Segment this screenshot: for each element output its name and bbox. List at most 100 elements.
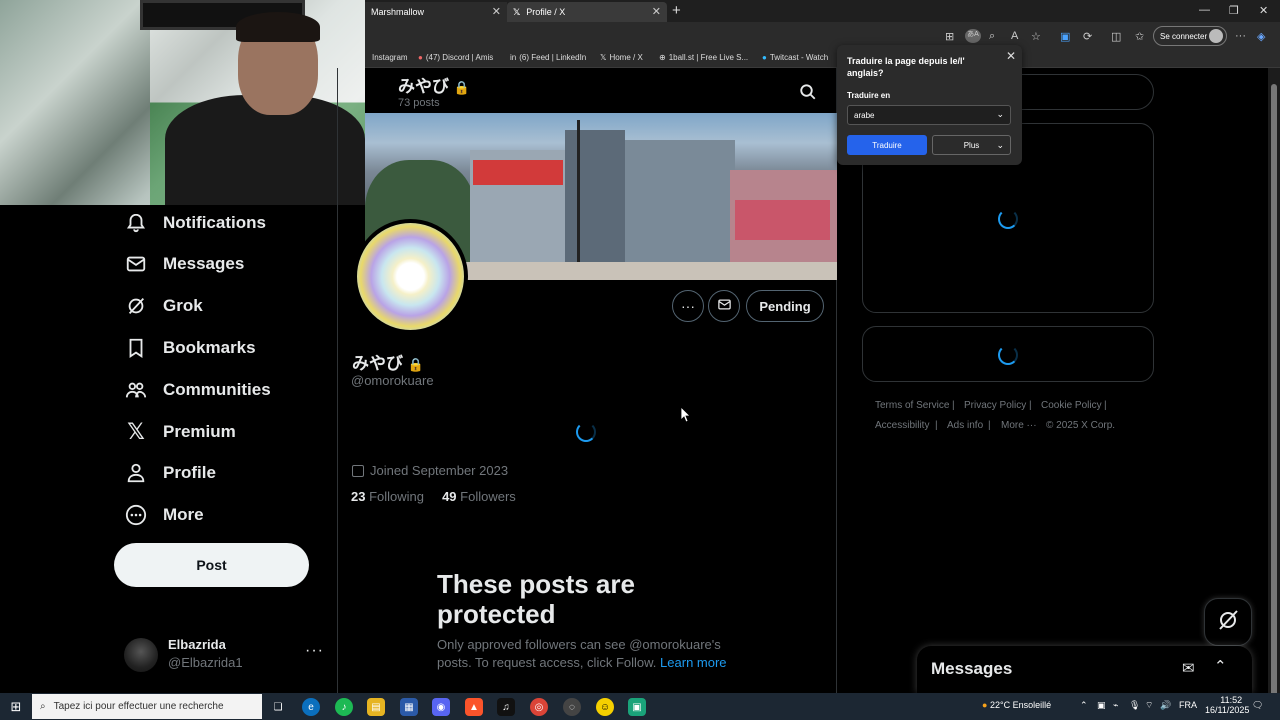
footer-accessibility-link[interactable]: Accessibility	[875, 420, 929, 431]
scrollbar-thumb[interactable]	[1271, 84, 1277, 696]
footer-terms-link[interactable]: Terms of Service	[875, 400, 949, 411]
profile-avatar[interactable]	[353, 219, 468, 334]
obs-icon[interactable]: ◌	[563, 698, 581, 716]
volume-icon[interactable]: 🔊	[1160, 700, 1171, 711]
discord-icon[interactable]: ◉	[432, 698, 450, 716]
nav-premium[interactable]: 𝕏 Premium	[124, 416, 236, 448]
close-tab-icon[interactable]: ✕	[492, 5, 501, 18]
new-tab-icon[interactable]: +	[672, 2, 681, 19]
taskbar-search-input[interactable]: ⌕ Tapez ici pour effectuer une recherche	[32, 694, 262, 719]
nav-messages[interactable]: Messages	[124, 248, 244, 280]
extension-icon[interactable]: ▣	[1060, 30, 1070, 43]
split-screen-icon[interactable]: ◫	[1111, 30, 1121, 43]
microphone-icon[interactable]: 🎙	[1129, 700, 1140, 711]
snapchat-icon[interactable]: ☺	[596, 698, 614, 716]
restore-icon[interactable]: ❐	[1229, 4, 1239, 17]
learn-more-link[interactable]: Learn more	[660, 655, 726, 670]
read-aloud-icon[interactable]: A	[1011, 30, 1018, 42]
linkedin-icon: in	[510, 53, 517, 62]
more-options-dropdown[interactable]: Plus ⌄	[932, 135, 1011, 155]
nav-more[interactable]: More	[124, 499, 204, 531]
message-button[interactable]	[708, 290, 740, 322]
nav-label: Communities	[163, 380, 271, 399]
translate-icon[interactable]: あA	[965, 29, 981, 43]
profile-handle: @omorokuare	[351, 373, 434, 388]
footer-ads-link[interactable]: Ads info	[947, 420, 983, 431]
file-explorer-icon[interactable]: ▤	[367, 698, 385, 716]
close-window-icon[interactable]: ✕	[1259, 4, 1268, 17]
new-message-icon[interactable]: ✉	[1182, 659, 1195, 677]
followers-link[interactable]: 49 Followers	[442, 489, 516, 504]
notifications-icon[interactable]: 🗨	[1252, 700, 1263, 711]
edge-icon[interactable]: e	[302, 698, 320, 716]
favorites-icon[interactable]: ✩	[1135, 30, 1144, 43]
copilot-icon[interactable]: ◈	[1257, 30, 1265, 43]
nav-bookmarks[interactable]: Bookmarks	[124, 332, 256, 364]
store-icon[interactable]: ▦	[400, 698, 418, 716]
loading-spinner	[998, 209, 1018, 229]
app-icon[interactable]: ▣	[628, 698, 646, 716]
nav-profile[interactable]: Profile	[124, 457, 216, 489]
footer-cookie-link[interactable]: Cookie Policy	[1041, 400, 1102, 411]
bookmark-1ball[interactable]: ⊕ 1ball.st | Free Live S...	[659, 53, 748, 62]
tab-profile-x[interactable]: 𝕏 Profile / X ✕	[507, 2, 667, 22]
translate-button[interactable]: Traduire	[847, 135, 927, 155]
windows-start-icon[interactable]: ⊞	[7, 698, 25, 716]
grok-floating-button[interactable]	[1204, 598, 1252, 646]
pending-follow-button[interactable]: Pending	[746, 290, 824, 322]
sign-in-button[interactable]: Se connecter	[1153, 26, 1227, 46]
bookmark-icon	[124, 336, 148, 360]
settings-dots-icon[interactable]: ···	[1235, 30, 1246, 42]
close-tab-icon[interactable]: ✕	[652, 5, 661, 18]
language-indicator[interactable]: FRA	[1179, 700, 1197, 710]
footer-more-link[interactable]: More ···	[1001, 420, 1037, 431]
chevron-up-icon[interactable]: ⌃	[1080, 700, 1088, 711]
more-options-button[interactable]: ···	[672, 290, 704, 322]
spotify-icon[interactable]: ♪	[335, 698, 353, 716]
weather-widget[interactable]: ● 22°C Ensoleillé	[982, 700, 1051, 710]
search-icon[interactable]	[799, 83, 817, 106]
chrome-icon[interactable]: ◎	[530, 698, 548, 716]
page-scrollbar[interactable]	[1268, 68, 1280, 696]
following-link[interactable]: 23 Following	[351, 489, 424, 504]
nav-grok[interactable]: Grok	[124, 290, 203, 322]
protected-title: These posts are protected	[437, 569, 635, 629]
messages-drawer-title: Messages	[931, 659, 1013, 678]
nav-communities[interactable]: Communities	[124, 374, 271, 406]
bookmark-discord[interactable]: ● (47) Discord | Amis	[418, 53, 493, 62]
favorite-star-icon[interactable]: ☆	[1031, 30, 1041, 43]
brave-icon[interactable]: ▲	[465, 698, 483, 716]
loading-spinner	[998, 345, 1018, 365]
nav-notifications[interactable]: Notifications	[124, 207, 266, 239]
twitcast-icon: ●	[762, 53, 767, 62]
refresh-icon[interactable]: ⟳	[1083, 30, 1092, 43]
footer-privacy-link[interactable]: Privacy Policy	[964, 400, 1026, 411]
expand-icon[interactable]: ⌃	[1214, 657, 1227, 675]
wifi-icon[interactable]: ⌔	[1145, 700, 1153, 711]
tray-icon[interactable]: ▣	[1097, 700, 1106, 711]
bookmark-home-x[interactable]: 𝕏 Home / X	[600, 53, 643, 62]
close-icon[interactable]: ✕	[1006, 49, 1016, 63]
account-handle: @Elbazrida1	[168, 655, 243, 670]
post-button[interactable]: Post	[114, 543, 309, 587]
bookmark-instagram[interactable]: Instagram	[372, 53, 408, 62]
account-switcher[interactable]: Elbazrida @Elbazrida1 ···	[120, 634, 330, 674]
clock[interactable]: 11:52 16/11/2025	[1205, 695, 1249, 715]
language-select[interactable]: arabe ⌄	[847, 105, 1011, 125]
tab-marshmallow[interactable]: Marshmallow ✕	[365, 2, 507, 22]
bookmark-linkedin[interactable]: in (6) Feed | LinkedIn	[510, 53, 586, 62]
network-off-icon[interactable]: ⌁	[1113, 700, 1118, 711]
communities-icon	[124, 378, 148, 402]
task-view-icon[interactable]: ❏	[269, 698, 287, 716]
avatar	[124, 638, 158, 672]
messages-drawer[interactable]: Messages ✉ ⌃	[917, 646, 1252, 693]
nav-label: Messages	[163, 254, 245, 273]
zoom-icon[interactable]: ⌕	[989, 30, 995, 43]
app-icon[interactable]: ⊞	[945, 30, 954, 43]
minimize-icon[interactable]: —	[1199, 4, 1210, 16]
billboard-image	[473, 160, 563, 185]
tiktok-icon[interactable]: ♫	[497, 698, 515, 716]
bookmark-twitcast[interactable]: ● Twitcast - Watch	[762, 53, 828, 62]
more-dots-icon[interactable]: ···	[305, 642, 324, 660]
chevron-down-icon: ⌄	[996, 109, 1004, 119]
